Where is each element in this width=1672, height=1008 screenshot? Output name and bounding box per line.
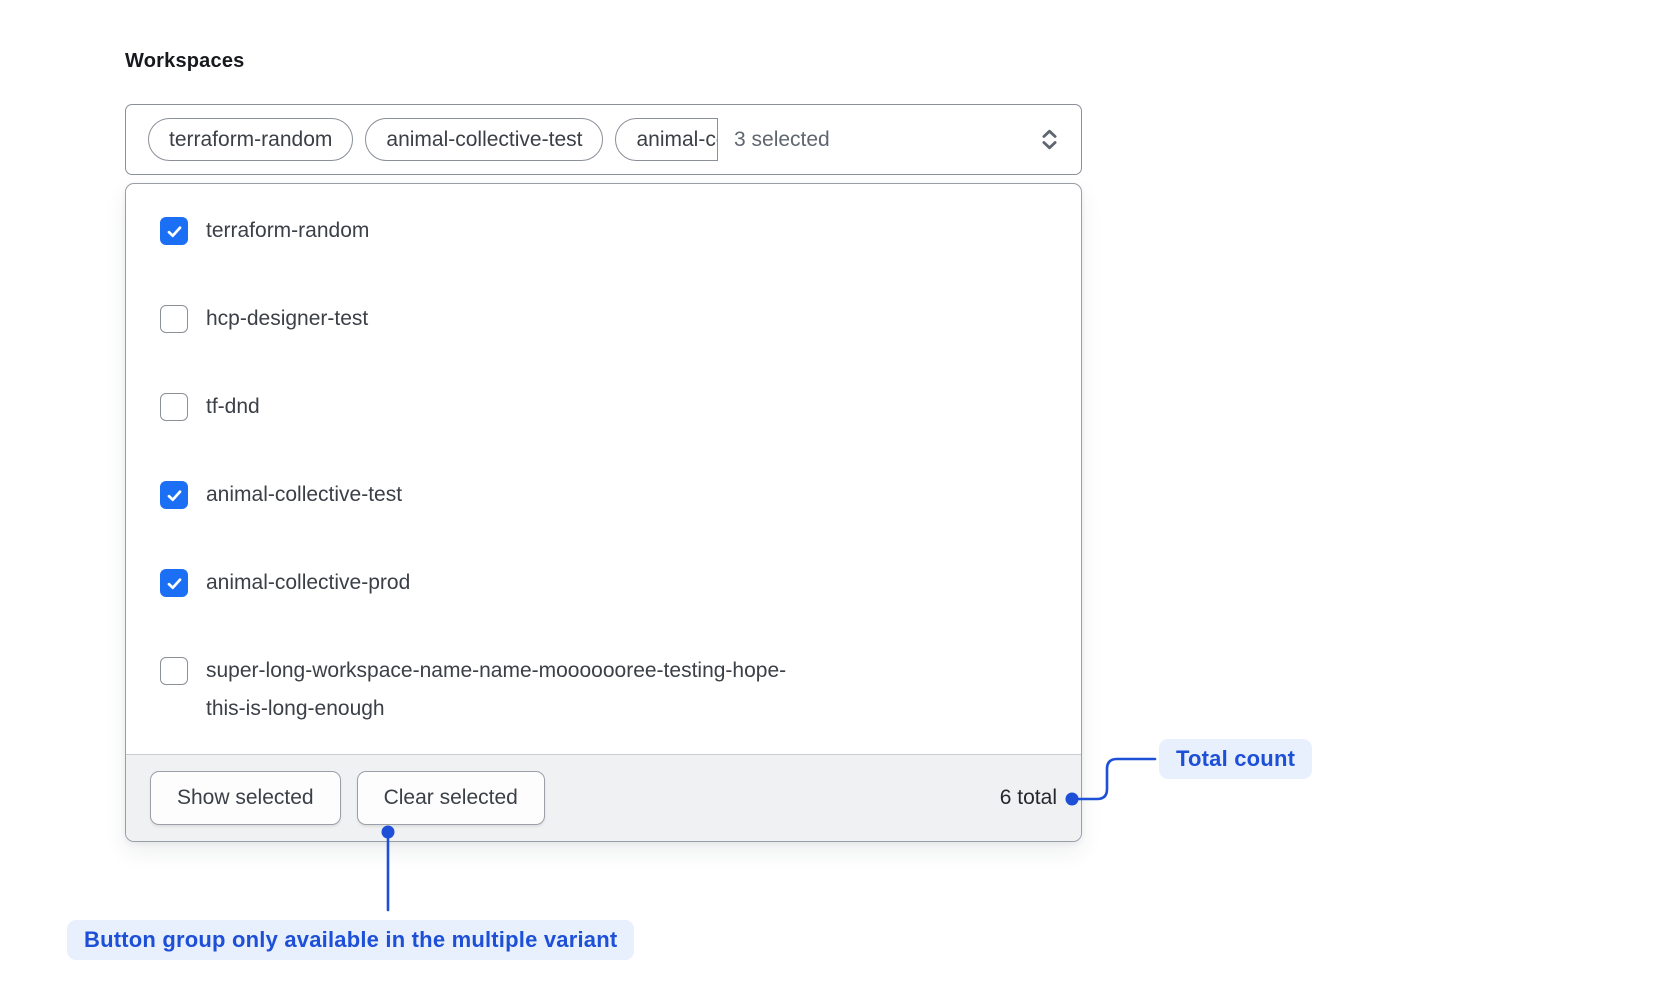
check-icon — [165, 574, 184, 593]
total-count-text: 6 total — [1000, 786, 1057, 810]
options-list: terraform-random hcp-designer-test tf-dn… — [126, 184, 1081, 753]
multiselect-listbox: terraform-random hcp-designer-test tf-dn… — [125, 183, 1082, 842]
option-row[interactable]: hcp-designer-test — [126, 275, 1081, 363]
checkbox-icon[interactable] — [160, 305, 188, 333]
selected-count-text: 3 selected — [734, 128, 830, 152]
check-icon — [165, 486, 184, 505]
option-label: hcp-designer-test — [206, 300, 368, 338]
annotation-button-group: Button group only available in the multi… — [67, 920, 634, 960]
option-label: animal-collective-prod — [206, 564, 410, 602]
clear-selected-button[interactable]: Clear selected — [357, 771, 545, 825]
tag-pill[interactable]: terraform-random — [148, 118, 353, 161]
option-row[interactable]: super-long-workspace-name-name-moooooore… — [126, 627, 1081, 753]
show-selected-button[interactable]: Show selected — [150, 771, 341, 825]
tag-pill[interactable]: animal-collective-test — [365, 118, 603, 161]
selected-tags: terraform-random animal-collective-test … — [148, 118, 718, 161]
annotation-total-count: Total count — [1159, 739, 1312, 779]
check-icon — [165, 222, 184, 241]
checkbox-icon[interactable] — [160, 569, 188, 597]
option-label: terraform-random — [206, 212, 369, 250]
option-row[interactable]: animal-collective-test — [126, 451, 1081, 539]
option-row[interactable]: tf-dnd — [126, 363, 1081, 451]
checkbox-icon[interactable] — [160, 481, 188, 509]
option-row[interactable]: animal-collective-prod — [126, 539, 1081, 627]
chevron-up-down-icon[interactable] — [1036, 126, 1063, 153]
tag-pill[interactable]: animal-collective-prod — [615, 118, 718, 161]
option-label: animal-collective-test — [206, 476, 402, 514]
multiselect-trigger[interactable]: terraform-random animal-collective-test … — [125, 104, 1082, 175]
listbox-footer: Show selected Clear selected 6 total — [126, 754, 1081, 841]
option-row[interactable]: terraform-random — [126, 187, 1081, 275]
checkbox-icon[interactable] — [160, 393, 188, 421]
option-label: super-long-workspace-name-name-moooooore… — [206, 652, 806, 728]
total-count-connector-line — [1078, 759, 1155, 799]
checkbox-icon[interactable] — [160, 217, 188, 245]
option-label: tf-dnd — [206, 388, 260, 426]
checkbox-icon[interactable] — [160, 657, 188, 685]
field-label: Workspaces — [125, 50, 244, 73]
